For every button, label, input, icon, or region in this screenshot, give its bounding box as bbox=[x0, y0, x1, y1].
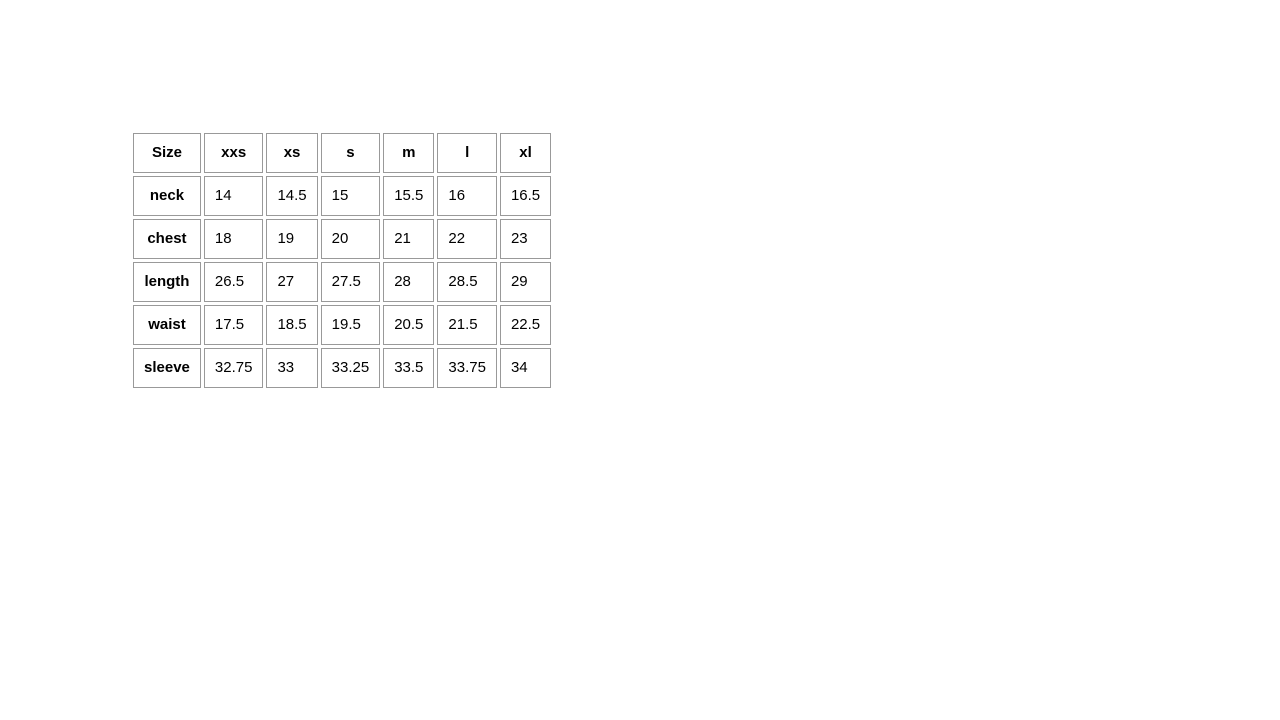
table-row: neck 14 14.5 15 15.5 16 16.5 bbox=[133, 176, 551, 216]
cell: 26.5 bbox=[204, 262, 264, 302]
header-xl: xl bbox=[500, 133, 551, 173]
table-header-row: Size xxs xs s m l xl bbox=[133, 133, 551, 173]
cell: 19 bbox=[266, 219, 317, 259]
row-label-chest: chest bbox=[133, 219, 201, 259]
cell: 33 bbox=[266, 348, 317, 388]
header-s: s bbox=[321, 133, 381, 173]
cell: 27 bbox=[266, 262, 317, 302]
header-size: Size bbox=[133, 133, 201, 173]
cell: 14 bbox=[204, 176, 264, 216]
cell: 34 bbox=[500, 348, 551, 388]
header-l: l bbox=[437, 133, 497, 173]
cell: 32.75 bbox=[204, 348, 264, 388]
cell: 33.75 bbox=[437, 348, 497, 388]
header-xs: xs bbox=[266, 133, 317, 173]
cell: 33.25 bbox=[321, 348, 381, 388]
cell: 15.5 bbox=[383, 176, 434, 216]
cell: 21 bbox=[383, 219, 434, 259]
cell: 16 bbox=[437, 176, 497, 216]
cell: 22.5 bbox=[500, 305, 551, 345]
header-m: m bbox=[383, 133, 434, 173]
size-chart-table: Size xxs xs s m l xl neck 14 14.5 15 15.… bbox=[130, 130, 554, 391]
cell: 21.5 bbox=[437, 305, 497, 345]
cell: 18.5 bbox=[266, 305, 317, 345]
row-label-sleeve: sleeve bbox=[133, 348, 201, 388]
cell: 22 bbox=[437, 219, 497, 259]
table-row: chest 18 19 20 21 22 23 bbox=[133, 219, 551, 259]
row-label-waist: waist bbox=[133, 305, 201, 345]
cell: 27.5 bbox=[321, 262, 381, 302]
cell: 23 bbox=[500, 219, 551, 259]
cell: 20 bbox=[321, 219, 381, 259]
row-label-length: length bbox=[133, 262, 201, 302]
header-xxs: xxs bbox=[204, 133, 264, 173]
cell: 17.5 bbox=[204, 305, 264, 345]
cell: 33.5 bbox=[383, 348, 434, 388]
cell: 19.5 bbox=[321, 305, 381, 345]
cell: 18 bbox=[204, 219, 264, 259]
cell: 28 bbox=[383, 262, 434, 302]
cell: 28.5 bbox=[437, 262, 497, 302]
cell: 16.5 bbox=[500, 176, 551, 216]
cell: 20.5 bbox=[383, 305, 434, 345]
cell: 15 bbox=[321, 176, 381, 216]
table-row: sleeve 32.75 33 33.25 33.5 33.75 34 bbox=[133, 348, 551, 388]
cell: 14.5 bbox=[266, 176, 317, 216]
table-row: waist 17.5 18.5 19.5 20.5 21.5 22.5 bbox=[133, 305, 551, 345]
row-label-neck: neck bbox=[133, 176, 201, 216]
table-row: length 26.5 27 27.5 28 28.5 29 bbox=[133, 262, 551, 302]
size-chart-container: Size xxs xs s m l xl neck 14 14.5 15 15.… bbox=[130, 130, 554, 391]
cell: 29 bbox=[500, 262, 551, 302]
